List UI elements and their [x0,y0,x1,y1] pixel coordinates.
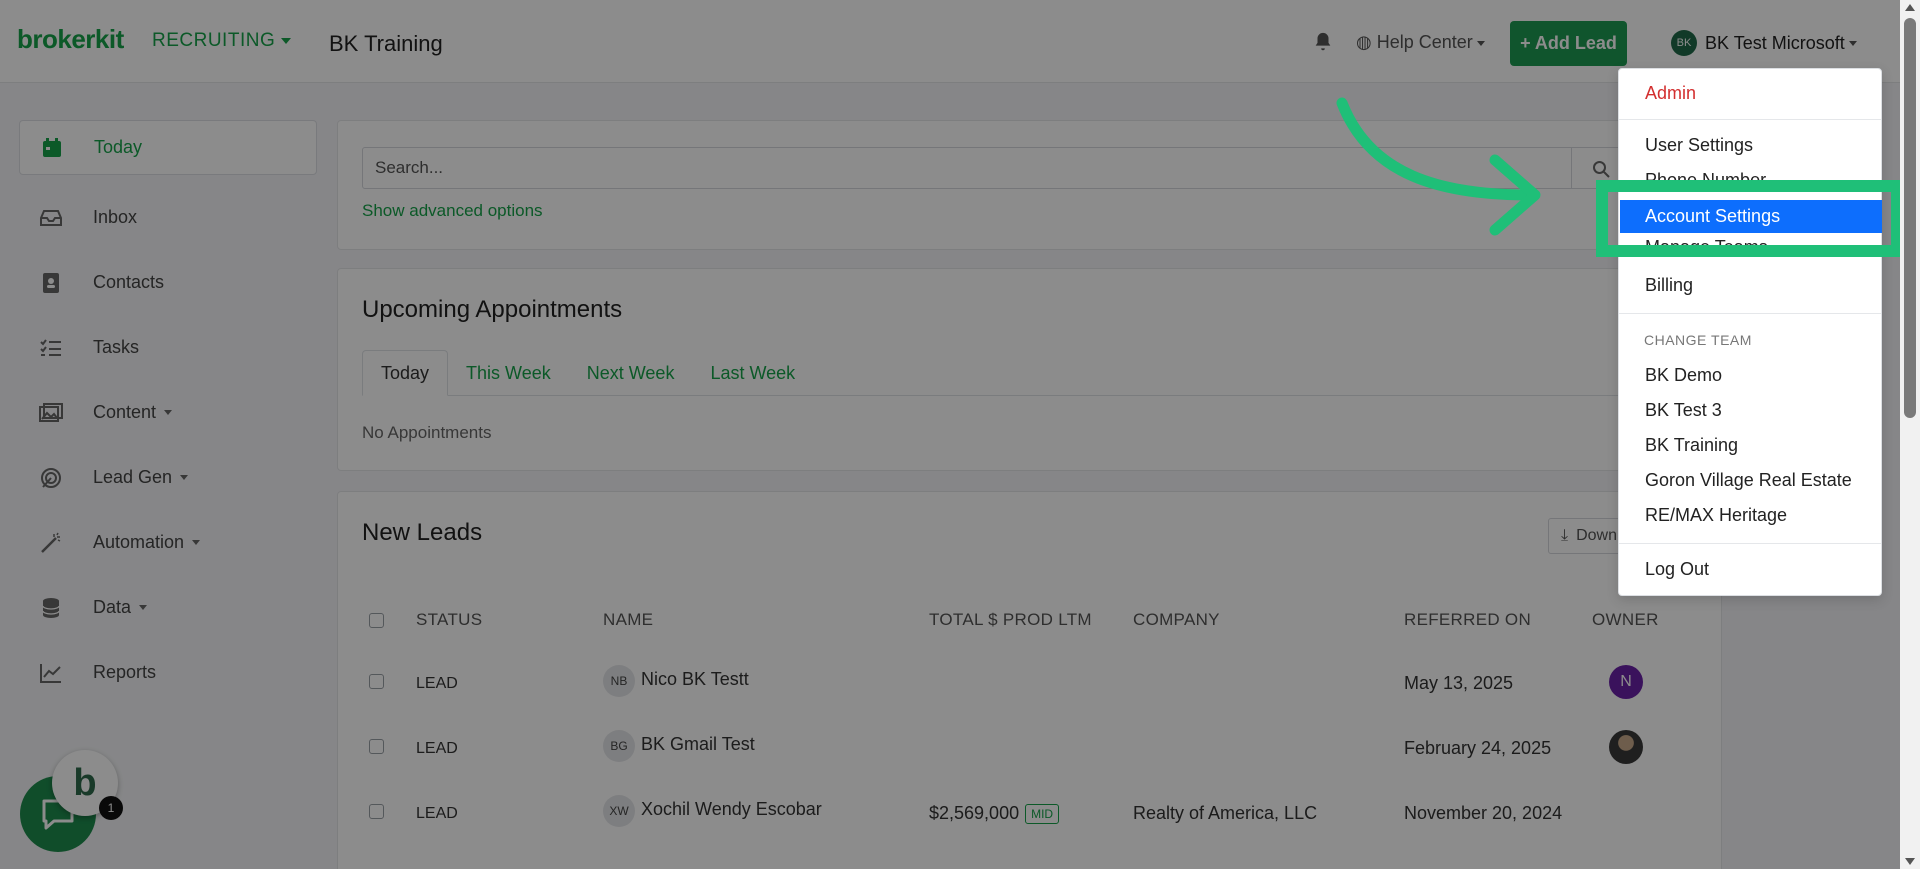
arrow-annotation-icon [1336,97,1541,236]
scroll-down-icon[interactable] [1905,858,1915,865]
scrollbar[interactable] [1900,0,1920,869]
menu-item-billing[interactable]: Billing [1645,275,1693,296]
user-dropdown-menu: Admin User Settings Phone Number Account… [1618,68,1882,596]
divider [1619,313,1881,314]
menu-item-team[interactable]: Goron Village Real Estate [1645,470,1852,491]
menu-item-team[interactable]: BK Test 3 [1645,400,1722,421]
menu-item-team[interactable]: RE/MAX Heritage [1645,505,1787,526]
change-team-header: CHANGE TEAM [1644,332,1752,348]
scroll-up-icon[interactable] [1905,4,1915,11]
menu-item-user-settings[interactable]: User Settings [1645,135,1753,156]
highlight-annotation [1596,180,1903,257]
menu-item-admin[interactable]: Admin [1645,83,1696,104]
modal-backdrop [0,0,1900,869]
menu-item-team[interactable]: BK Training [1645,435,1738,456]
menu-item-logout[interactable]: Log Out [1645,559,1709,580]
menu-item-team[interactable]: BK Demo [1645,365,1722,386]
divider [1619,119,1881,120]
divider [1619,543,1881,544]
scroll-thumb[interactable] [1904,18,1916,418]
